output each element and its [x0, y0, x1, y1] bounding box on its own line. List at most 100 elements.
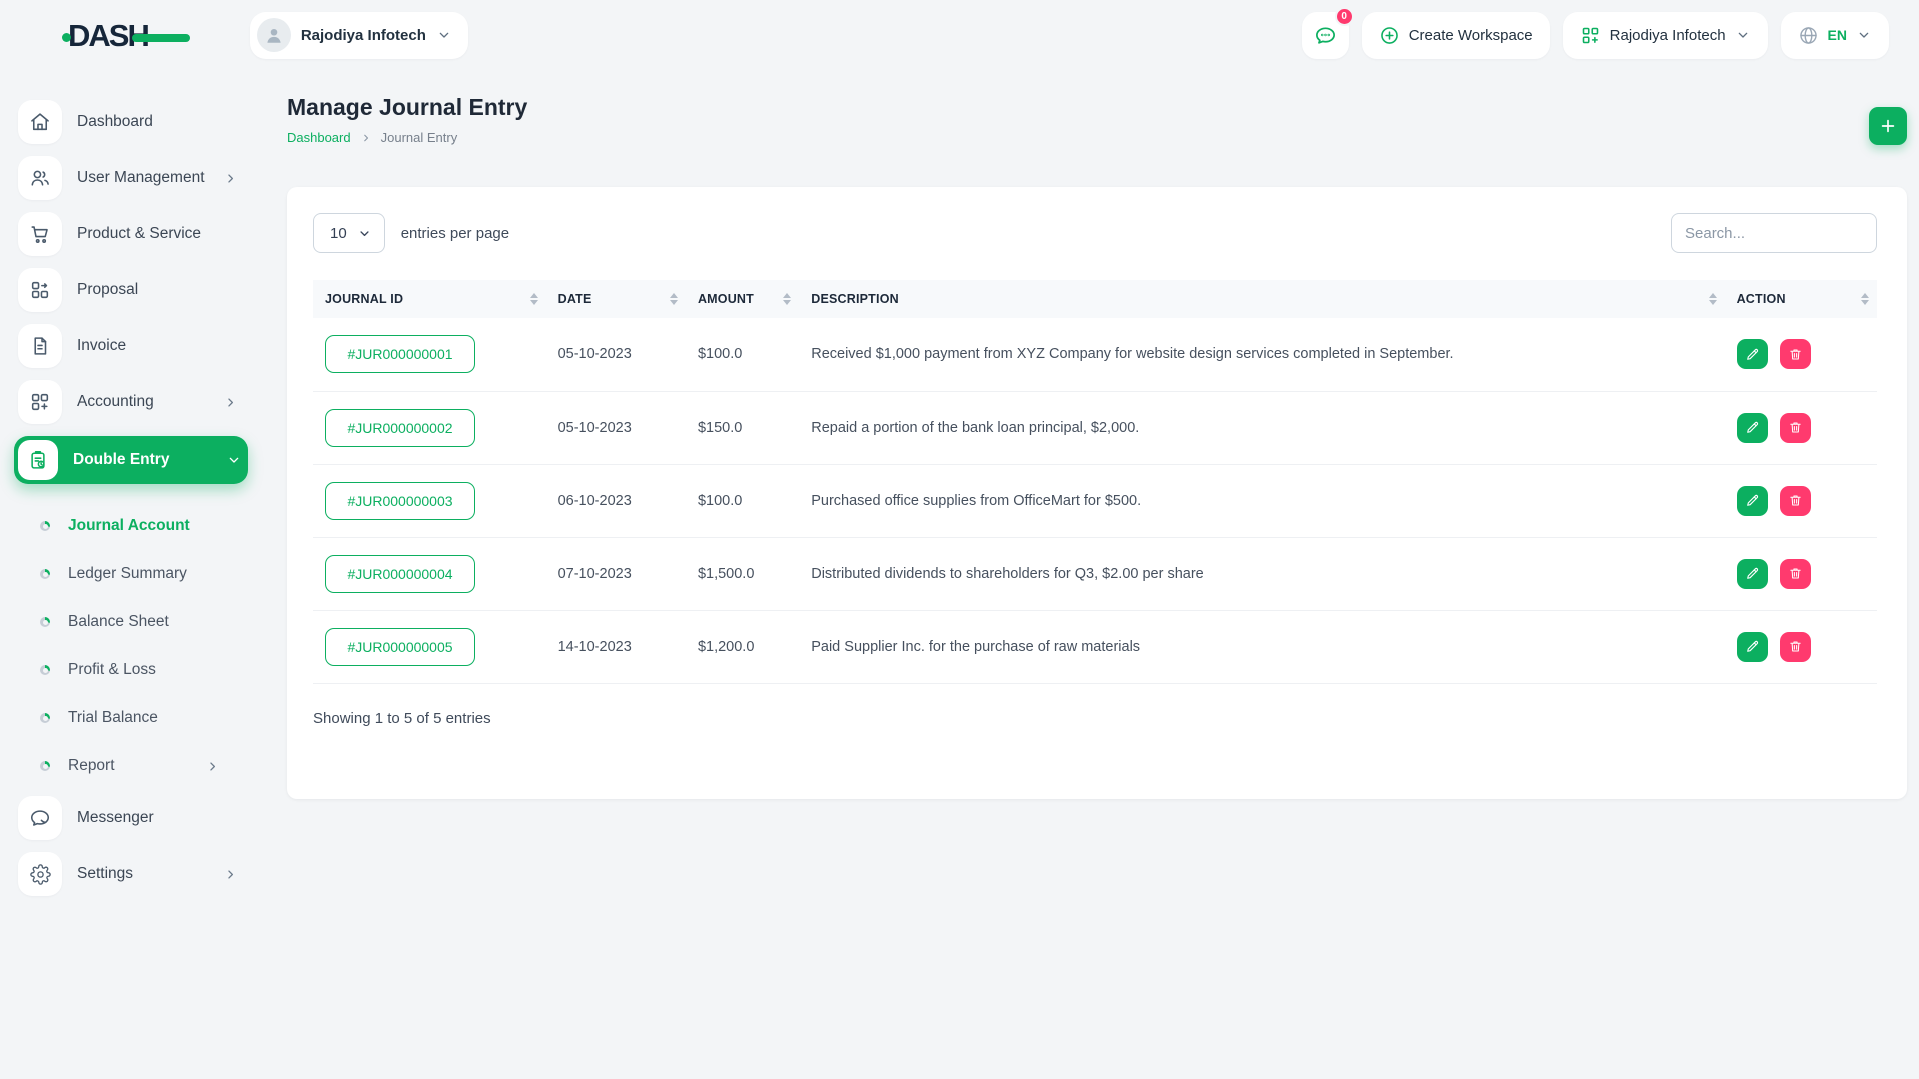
bullet-icon — [40, 617, 50, 627]
sidebar-subitem-report[interactable]: Report — [18, 742, 244, 790]
journal-description: Received $1,000 payment from XYZ Company… — [799, 318, 1725, 392]
sidebar-subitem-balance-sheet[interactable]: Balance Sheet — [18, 598, 244, 646]
journal-description: Repaid a portion of the bank loan princi… — [799, 391, 1725, 465]
sidebar-subitem-label: Ledger Summary — [68, 565, 187, 582]
search-input[interactable] — [1671, 213, 1877, 253]
sidebar-item-product-service[interactable]: Product & Service — [18, 212, 244, 256]
breadcrumb-dashboard-link[interactable]: Dashboard — [287, 130, 351, 145]
sidebar-subitem-profit-loss[interactable]: Profit & Loss — [18, 646, 244, 694]
journal-id-badge[interactable]: #JUR000000003 — [325, 481, 475, 520]
sidebar-subitem-label: Journal Account — [68, 517, 190, 534]
journal-amount: $100.0 — [685, 464, 800, 538]
entries-per-page-label: entries per page — [400, 224, 510, 242]
sort-icon[interactable] — [1861, 293, 1869, 305]
messenger-icon — [18, 796, 62, 840]
proposal-icon — [18, 268, 62, 312]
double-entry-icon — [18, 440, 58, 480]
sidebar-item-label: Proposal — [77, 281, 139, 298]
sidebar-item-double-entry[interactable]: Double Entry — [14, 436, 248, 484]
journal-amount: $1,200.0 — [685, 610, 800, 684]
sort-icon[interactable] — [669, 293, 678, 305]
trash-icon — [1788, 420, 1803, 435]
sidebar-item-label: Dashboard — [77, 113, 153, 130]
chevron-down-icon — [436, 27, 452, 43]
column-header-label: ACTION — [1736, 292, 1786, 306]
sidebar-subitem-label: Balance Sheet — [68, 613, 169, 630]
workspace-selector[interactable]: Rajodiya Infotech — [249, 11, 468, 59]
sidebar-item-user-management[interactable]: User Management — [18, 156, 244, 200]
chevron-down-icon — [226, 452, 242, 468]
pencil-icon — [1745, 493, 1760, 508]
sidebar-item-invoice[interactable]: Invoice — [18, 324, 244, 368]
pencil-icon — [1745, 347, 1760, 362]
journal-description: Paid Supplier Inc. for the purchase of r… — [799, 610, 1725, 684]
create-workspace-label: Create Workspace — [1408, 26, 1533, 44]
bullet-icon — [40, 713, 50, 723]
topbar: DASH Rajodiya Infotech 0 Create Workspac… — [0, 0, 1919, 70]
breadcrumb: Dashboard Journal Entry — [287, 130, 527, 145]
sidebar-item-label: Accounting — [77, 393, 154, 410]
edit-button[interactable] — [1736, 631, 1768, 662]
breadcrumb-current: Journal Entry — [380, 130, 458, 145]
column-header-action: ACTION — [1724, 280, 1877, 318]
table-row: #JUR000000003 06-10-2023 $100.0 Purchased o… — [313, 464, 1877, 538]
app-logo: DASH — [62, 20, 190, 51]
sort-icon[interactable] — [529, 293, 538, 305]
sidebar-item-proposal[interactable]: Proposal — [18, 268, 244, 312]
journal-amount: $150.0 — [685, 391, 800, 465]
language-selector[interactable]: EN — [1780, 11, 1889, 59]
create-workspace-button[interactable]: Create Workspace — [1361, 11, 1550, 59]
pencil-icon — [1745, 566, 1760, 581]
delete-button[interactable] — [1779, 412, 1811, 443]
journal-id-badge[interactable]: #JUR000000001 — [325, 335, 475, 374]
chevron-right-icon — [223, 171, 238, 186]
chevron-right-icon — [223, 395, 238, 410]
column-header-journal-id: JOURNAL ID — [313, 280, 546, 318]
edit-button[interactable] — [1736, 485, 1768, 516]
journal-date: 07-10-2023 — [545, 537, 686, 611]
journal-id-badge[interactable]: #JUR000000004 — [325, 554, 475, 593]
sidebar-item-dashboard[interactable]: Dashboard — [18, 100, 244, 144]
column-header-label: AMOUNT — [697, 292, 754, 306]
journal-id-badge[interactable]: #JUR000000002 — [325, 408, 475, 447]
settings-icon — [18, 852, 62, 896]
trash-icon — [1788, 347, 1803, 362]
bullet-icon — [40, 569, 50, 579]
delete-button[interactable] — [1779, 339, 1811, 370]
sidebar-subitem-trial-balance[interactable]: Trial Balance — [18, 694, 244, 742]
accounting-icon — [18, 380, 62, 424]
sidebar-subitem-ledger-summary[interactable]: Ledger Summary — [18, 550, 244, 598]
delete-button[interactable] — [1779, 558, 1811, 589]
messages-count-badge: 0 — [1334, 6, 1354, 26]
sidebar-item-label: Messenger — [77, 809, 154, 826]
delete-button[interactable] — [1779, 485, 1811, 516]
sort-icon[interactable] — [783, 293, 792, 305]
chevron-right-icon — [223, 867, 238, 882]
company-selector[interactable]: Rajodiya Infotech — [1562, 11, 1768, 59]
trash-icon — [1788, 639, 1803, 654]
sidebar-item-accounting[interactable]: Accounting — [18, 380, 244, 424]
edit-button[interactable] — [1736, 412, 1768, 443]
sidebar-subitem-journal-account[interactable]: Journal Account — [18, 502, 244, 550]
page-size-select[interactable]: 10 — [313, 213, 385, 253]
pencil-icon — [1745, 420, 1760, 435]
workspace-avatar — [256, 18, 291, 52]
sidebar: Dashboard User Management Product & Servic… — [0, 70, 262, 908]
delete-button[interactable] — [1779, 631, 1811, 662]
chat-icon — [1314, 24, 1337, 47]
company-name: Rajodiya Infotech — [1609, 26, 1726, 44]
edit-button[interactable] — [1736, 558, 1768, 589]
workspace-name: Rajodiya Infotech — [300, 26, 426, 44]
pencil-icon — [1745, 639, 1760, 654]
edit-button[interactable] — [1736, 339, 1768, 370]
add-journal-entry-button[interactable] — [1869, 107, 1907, 145]
journal-date: 05-10-2023 — [545, 391, 686, 465]
chevron-right-icon — [205, 759, 220, 774]
messages-button[interactable]: 0 — [1301, 6, 1354, 59]
sidebar-item-settings[interactable]: Settings — [18, 852, 244, 896]
sidebar-item-messenger[interactable]: Messenger — [18, 796, 244, 840]
journal-date: 06-10-2023 — [545, 464, 686, 538]
sort-icon[interactable] — [1708, 293, 1717, 305]
journal-id-badge[interactable]: #JUR000000005 — [325, 627, 475, 666]
cart-icon — [18, 212, 62, 256]
